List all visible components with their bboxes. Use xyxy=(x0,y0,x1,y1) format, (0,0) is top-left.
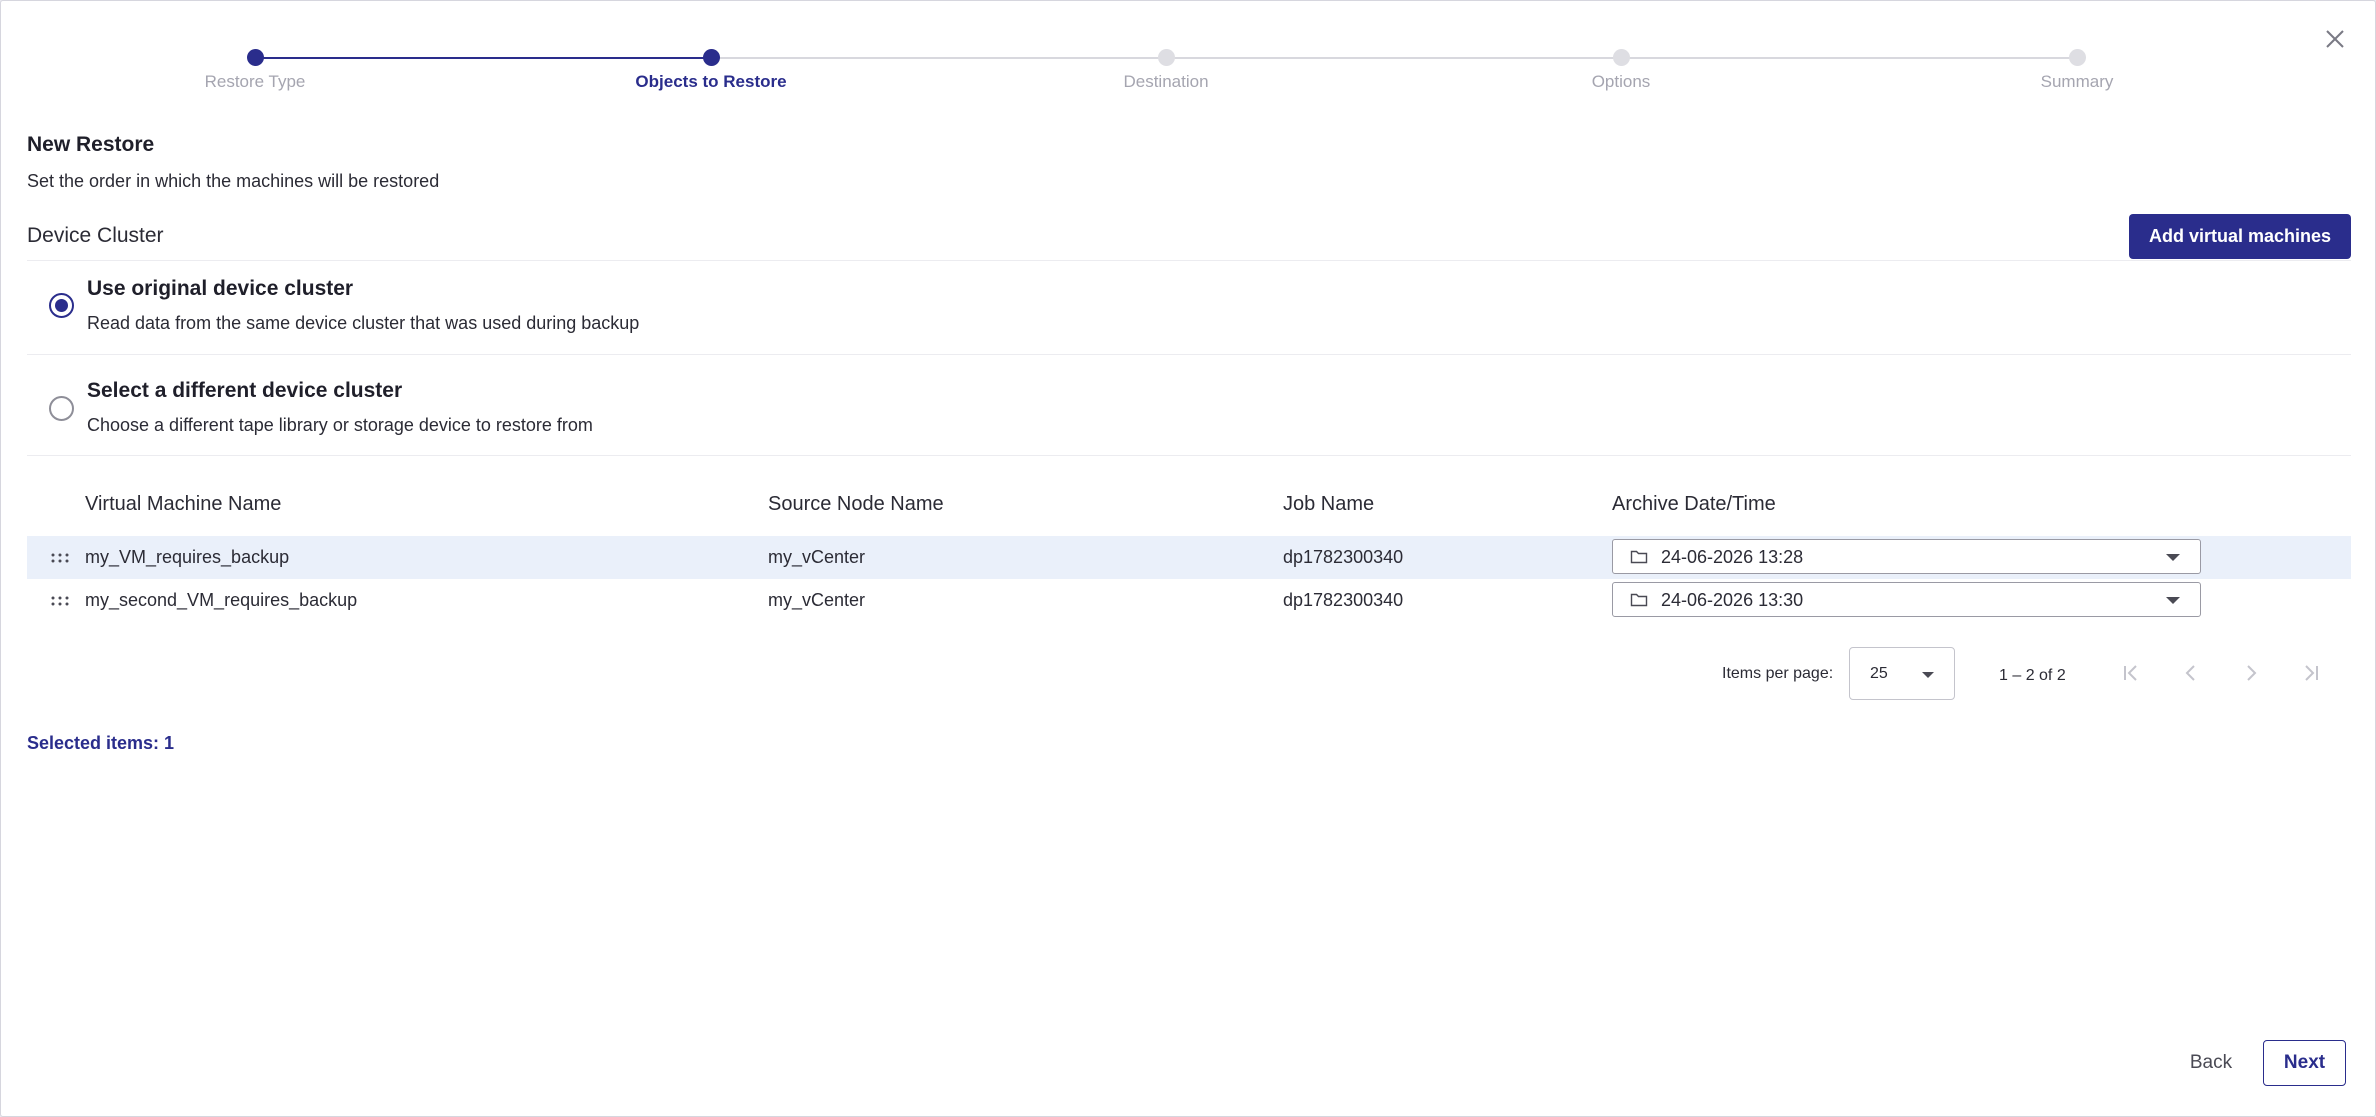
step-summary: Summary xyxy=(1927,49,2227,92)
table-row[interactable]: my_second_VM_requires_backup my_vCenter … xyxy=(27,579,2351,622)
step-dot xyxy=(2068,49,2086,66)
job-name-cell: dp1782300340 xyxy=(1283,547,1404,567)
back-button[interactable]: Back xyxy=(2171,1040,2251,1086)
step-objects-to-restore: Objects to Restore xyxy=(561,49,861,92)
folder-icon xyxy=(1630,550,1648,564)
step-destination: Destination xyxy=(1016,49,1316,92)
page-range-label: 1 – 2 of 2 xyxy=(1999,667,2066,684)
source-node-cell: my_vCenter xyxy=(768,590,866,610)
step-label: Objects to Restore xyxy=(635,72,787,91)
divider xyxy=(27,455,2351,456)
items-per-page-label: Items per page: xyxy=(1722,665,1834,682)
step-dot xyxy=(246,49,264,66)
chevron-left-icon[interactable] xyxy=(2177,659,2205,687)
step-label: Destination xyxy=(1123,72,1209,91)
radio-button-checked[interactable] xyxy=(49,293,74,318)
radio-option-title: Use original device cluster xyxy=(87,277,354,300)
last-page-icon[interactable] xyxy=(2297,659,2325,687)
column-header-job-name: Job Name xyxy=(1283,493,1375,515)
radio-option-description: Choose a different tape library or stora… xyxy=(87,415,593,435)
step-label: Restore Type xyxy=(204,72,306,91)
items-per-page-select[interactable]: 25 xyxy=(1849,647,1955,700)
add-virtual-machines-button[interactable]: Add virtual machines xyxy=(2129,214,2351,259)
source-node-cell: my_vCenter xyxy=(768,547,866,567)
archive-datetime-select[interactable]: 24-06-2026 13:30 xyxy=(1612,582,2201,617)
column-header-archive-datetime: Archive Date/Time xyxy=(1612,493,1776,515)
divider xyxy=(27,354,2351,355)
archive-datetime-select[interactable]: 24-06-2026 13:28 xyxy=(1612,539,2201,574)
items-per-page-value: 25 xyxy=(1870,665,1888,682)
wizard-stepper: Restore Type Objects to Restore Destinat… xyxy=(1,1,2376,111)
step-label: Options xyxy=(1591,72,1651,91)
page-title: New Restore xyxy=(27,133,155,156)
chevron-down-icon xyxy=(1922,672,1934,678)
device-cluster-heading: Device Cluster xyxy=(27,224,164,247)
chevron-down-icon xyxy=(2166,554,2180,561)
drag-handle-icon[interactable] xyxy=(51,596,69,606)
page-subtitle: Set the order in which the machines will… xyxy=(27,171,440,191)
archive-datetime-value: 24-06-2026 13:28 xyxy=(1661,547,1804,567)
column-header-source-node: Source Node Name xyxy=(768,493,944,515)
folder-icon xyxy=(1630,593,1648,607)
step-dot xyxy=(1612,49,1630,66)
restore-dialog: Restore Type Objects to Restore Destinat… xyxy=(0,0,2376,1117)
chevron-down-icon xyxy=(2166,597,2180,604)
step-dot xyxy=(1157,49,1175,66)
radio-option-different-cluster[interactable]: Select a different device cluster Choose… xyxy=(27,363,2351,463)
step-label: Summary xyxy=(2040,72,2114,91)
step-options: Options xyxy=(1471,49,1771,92)
vm-name-cell: my_second_VM_requires_backup xyxy=(85,590,358,610)
archive-datetime-value: 24-06-2026 13:30 xyxy=(1661,590,1804,610)
stepper-line-pending xyxy=(711,57,2077,59)
chevron-right-icon[interactable] xyxy=(2237,659,2265,687)
column-header-vm-name: Virtual Machine Name xyxy=(85,493,282,515)
radio-button-unchecked[interactable] xyxy=(49,396,74,421)
step-dot xyxy=(702,49,720,66)
vm-name-cell: my_VM_requires_backup xyxy=(85,547,290,567)
job-name-cell: dp1782300340 xyxy=(1283,590,1404,610)
step-restore-type: Restore Type xyxy=(105,49,405,92)
drag-handle-icon[interactable] xyxy=(51,553,69,563)
table-row[interactable]: my_VM_requires_backup my_vCenter dp17823… xyxy=(27,536,2351,579)
selected-items-count: Selected items: 1 xyxy=(27,733,175,753)
next-button[interactable]: Next xyxy=(2263,1040,2346,1086)
first-page-icon[interactable] xyxy=(2117,659,2145,687)
radio-option-title: Select a different device cluster xyxy=(87,379,403,402)
radio-option-description: Read data from the same device cluster t… xyxy=(87,313,640,333)
radio-option-original-cluster[interactable]: Use original device cluster Read data fr… xyxy=(27,261,2351,361)
